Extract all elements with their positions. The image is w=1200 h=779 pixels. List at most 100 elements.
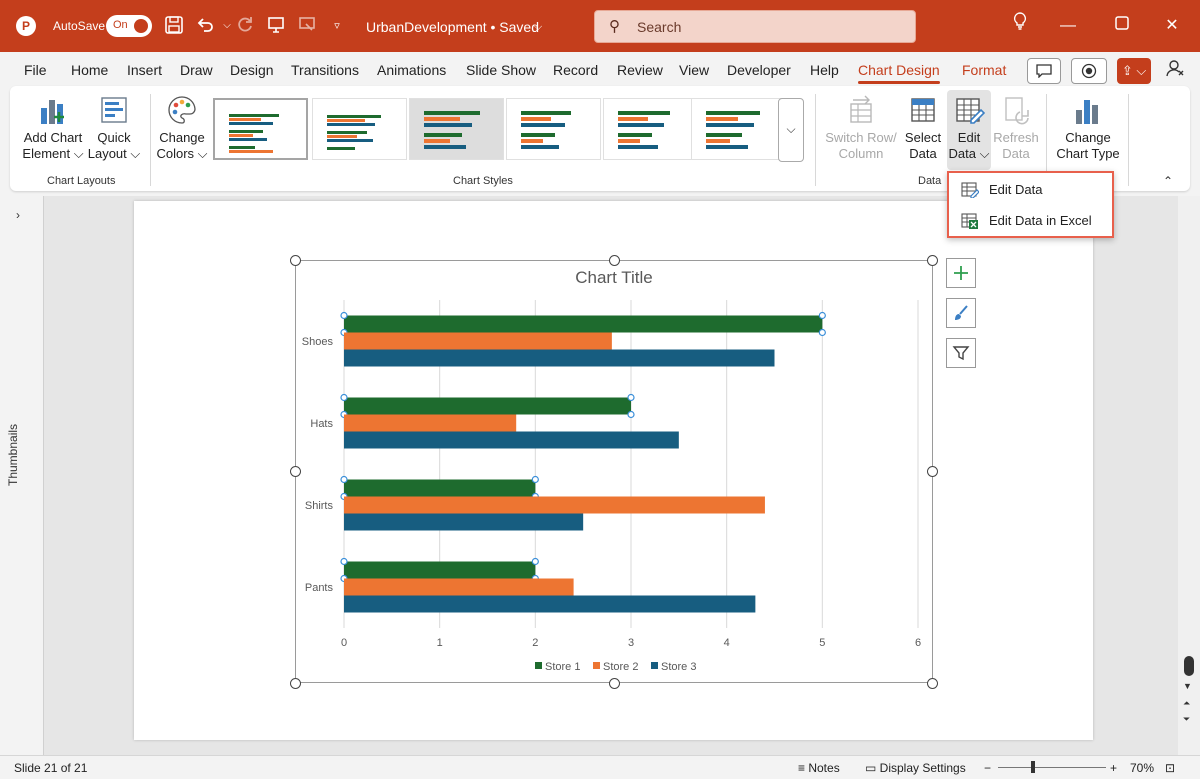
tab-format[interactable]: Format (962, 62, 1006, 78)
chart-elements-button[interactable] (946, 258, 976, 288)
resize-handle-sw[interactable] (290, 678, 301, 689)
data-group-label: Data (918, 175, 942, 187)
zoom-level[interactable]: 70% (1130, 761, 1154, 775)
edit-data-dropdown: Edit Data Edit Data in Excel (947, 171, 1114, 238)
add-chart-element-button[interactable]: Add Chart Element ⌵ (20, 94, 86, 162)
tab-chart-design[interactable]: Chart Design (858, 62, 940, 84)
expand-thumbnails-icon[interactable]: › (16, 208, 20, 222)
tab-developer[interactable]: Developer (727, 62, 791, 78)
refresh-label-1: Refresh (993, 130, 1039, 145)
chart-style-4[interactable] (506, 98, 601, 160)
coauthor-icon[interactable] (1164, 58, 1186, 80)
legend-label: Store 1 (545, 661, 580, 673)
resize-handle-s[interactable] (609, 678, 620, 689)
change-colors-button[interactable]: Change Colors ⌵ (156, 94, 208, 162)
chart-filters-button[interactable] (946, 338, 976, 368)
present-icon[interactable] (265, 15, 287, 37)
x-tick-label: 5 (819, 637, 825, 649)
zoom-slider-thumb[interactable] (1031, 761, 1035, 773)
refresh-data-button[interactable]: Refresh Data (993, 94, 1039, 162)
next-slide-icon[interactable]: ⏷ (1183, 714, 1190, 725)
previous-slide-icon[interactable]: ⏶ (1183, 698, 1190, 709)
chart-style-2[interactable] (312, 98, 407, 160)
chart-styles-group-label: Chart Styles (453, 175, 513, 187)
scroll-down-icon[interactable]: ▼ (1183, 681, 1192, 691)
chart-style-1[interactable] (213, 98, 308, 160)
zoom-slider[interactable] (998, 767, 1106, 768)
customize-icon[interactable]: ▿ (326, 15, 348, 37)
chart-styles-brush-button[interactable] (946, 298, 976, 328)
edit-data-menu-item[interactable]: Edit Data (959, 178, 1109, 202)
autosave-state: On (113, 19, 128, 31)
resize-handle-nw[interactable] (290, 255, 301, 266)
refresh-label-2: Data (1002, 146, 1030, 161)
slideshow-icon[interactable] (296, 15, 318, 37)
close-icon[interactable]: ✕ (1158, 12, 1186, 40)
vertical-scrollbar[interactable]: ▼ ⏶ ⏷ (1178, 196, 1200, 755)
display-settings-button[interactable]: ▭ Display Settings (865, 761, 966, 775)
zoom-in-icon[interactable]: + (1110, 761, 1117, 775)
chart-style-3[interactable] (409, 98, 504, 160)
selection-marker (818, 311, 826, 320)
tab-record[interactable]: Record (553, 62, 598, 78)
slide-counter: Slide 21 of 21 (14, 761, 88, 775)
edit-data-in-excel-menu-item[interactable]: Edit Data in Excel (959, 209, 1109, 233)
tab-review[interactable]: Review (617, 62, 663, 78)
tab-file[interactable]: File (24, 62, 47, 78)
tab-animations[interactable]: Animations (377, 62, 446, 78)
chart-title: Chart Title (575, 268, 652, 287)
notes-button[interactable]: ≡ Notes (798, 761, 840, 775)
change-chart-type-button[interactable]: Change Chart Type (1050, 94, 1126, 162)
edit-data-button[interactable]: Edit Data ⌵ (947, 90, 991, 170)
undo-icon[interactable] (194, 15, 216, 37)
bar-chart[interactable]: Chart Title 0 1 2 3 4 5 6 Shoes Hats Shirts Pants St… (295, 260, 933, 683)
autosave-toggle[interactable]: On (106, 15, 152, 37)
zoom-out-icon[interactable]: − (984, 761, 991, 775)
select-data-label-2: Data (909, 146, 937, 161)
search-box[interactable]: ⚲ Search (594, 10, 916, 43)
tab-home[interactable]: Home (71, 62, 108, 78)
change-chart-type-icon (1072, 94, 1104, 126)
lightbulb-icon[interactable] (1006, 12, 1034, 40)
bar-store-3 (344, 349, 775, 367)
tab-design[interactable]: Design (230, 62, 274, 78)
legend-label: Store 2 (603, 661, 638, 673)
chevron-down-icon[interactable]: ⌵ (527, 16, 549, 38)
select-data-button[interactable]: Select Data (900, 94, 946, 162)
tab-draw[interactable]: Draw (180, 62, 213, 78)
fit-to-window-icon[interactable]: ⊡ (1165, 761, 1175, 775)
scrollbar-thumb[interactable] (1184, 656, 1194, 676)
bar-store-1 (344, 561, 536, 579)
tab-insert[interactable]: Insert (127, 62, 162, 78)
search-input[interactable]: Search (637, 19, 681, 35)
share-button[interactable]: ⇪ ⌵ (1117, 58, 1151, 84)
resize-handle-e[interactable] (927, 466, 938, 477)
resize-handle-ne[interactable] (927, 255, 938, 266)
resize-handle-w[interactable] (290, 466, 301, 477)
resize-handle-n[interactable] (609, 255, 620, 266)
tab-slide-show[interactable]: Slide Show (466, 62, 536, 78)
gallery-more-button[interactable]: ⌵ (778, 98, 804, 162)
comments-button[interactable] (1027, 58, 1061, 84)
quick-layout-button[interactable]: Quick Layout ⌵ (86, 94, 142, 162)
minimize-icon[interactable]: — (1054, 12, 1082, 40)
collapse-ribbon-icon[interactable]: ⌃ (1163, 174, 1173, 188)
resize-handle-se[interactable] (927, 678, 938, 689)
record-button[interactable] (1071, 58, 1107, 84)
tab-view[interactable]: View (679, 62, 709, 78)
switch-row-column-button[interactable]: Switch Row/ Column (823, 94, 899, 162)
tab-help[interactable]: Help (810, 62, 839, 78)
thumbnails-panel[interactable]: › Thumbnails (0, 196, 44, 755)
category-label: Pants (305, 582, 334, 594)
category-label: Hats (310, 418, 333, 430)
tab-transitions[interactable]: Transitions (291, 62, 359, 78)
document-title[interactable]: UrbanDevelopment • Saved (366, 19, 539, 35)
select-data-icon (907, 94, 939, 126)
save-icon[interactable] (163, 15, 185, 37)
refresh-data-icon (1000, 94, 1032, 126)
chart-style-6[interactable] (691, 98, 786, 160)
maximize-icon[interactable] (1108, 12, 1136, 40)
search-icon: ⚲ (609, 18, 620, 35)
redo-icon[interactable] (234, 15, 256, 37)
chart-style-5[interactable] (603, 98, 698, 160)
